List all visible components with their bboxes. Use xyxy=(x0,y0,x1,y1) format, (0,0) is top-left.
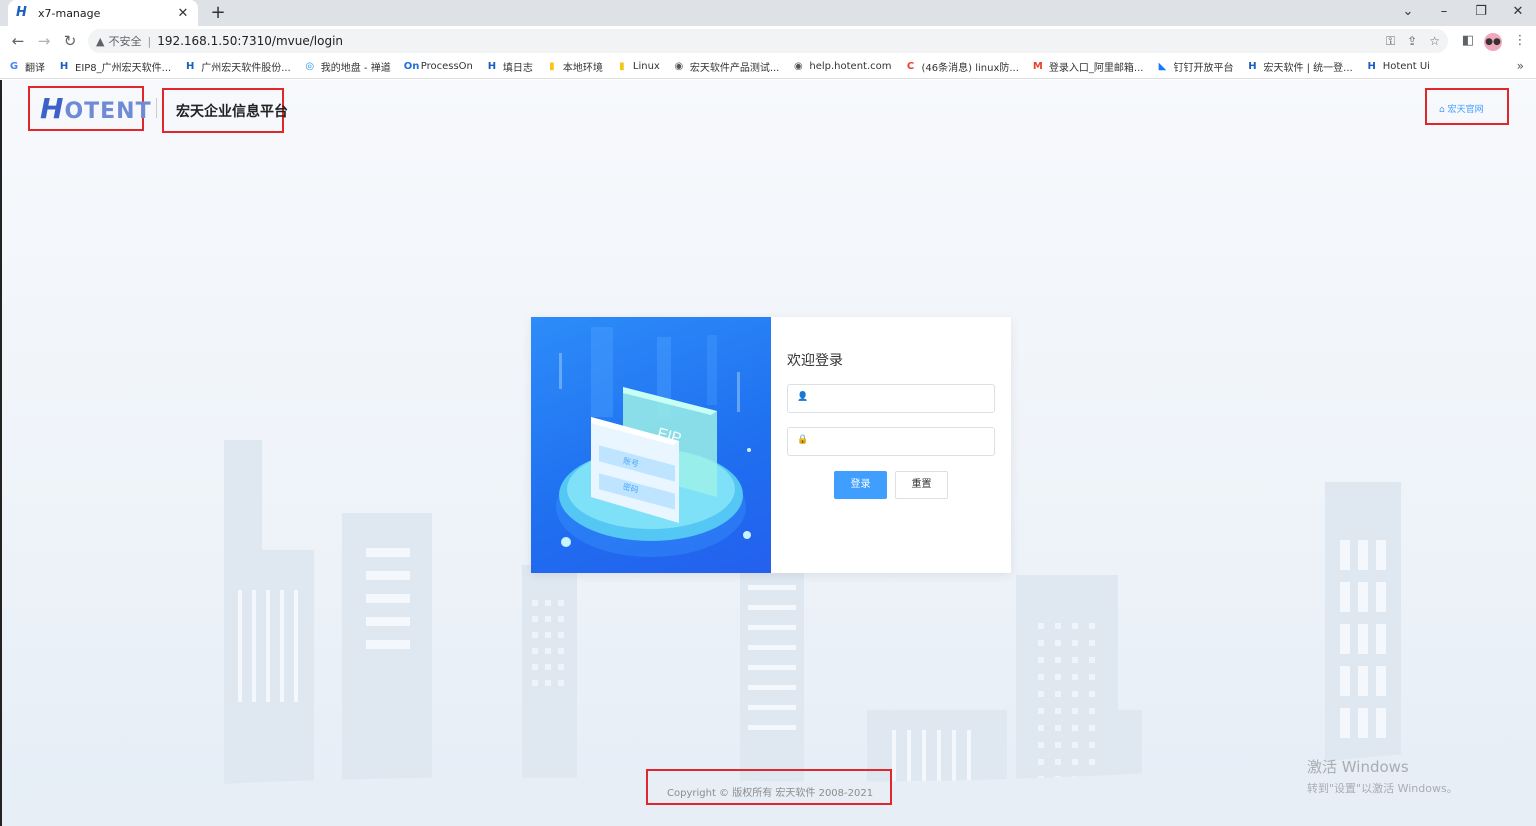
header-divider xyxy=(156,98,157,118)
logo-initial: H xyxy=(40,92,65,125)
profile-avatar[interactable]: ●● xyxy=(1484,33,1502,51)
restore-icon[interactable]: ❐ xyxy=(1463,0,1499,26)
bookmark-item[interactable]: H 广州宏天软件股份... xyxy=(184,59,291,75)
translate-icon: G xyxy=(9,60,19,72)
bookmarks-overflow-icon[interactable]: » xyxy=(1517,59,1524,73)
csdn-icon: C xyxy=(906,60,915,72)
username-input[interactable] xyxy=(812,387,988,410)
login-form: 欢迎登录 👤 🔒 登录 重置 xyxy=(787,317,995,573)
bookmark-label: 广州宏天软件股份... xyxy=(201,63,291,74)
mail-icon: M xyxy=(1032,60,1043,72)
globe-icon: ◉ xyxy=(674,60,684,72)
username-field[interactable]: 👤 xyxy=(787,384,995,413)
watermark-line2: 转到"设置"以激活 Windows。 xyxy=(1307,782,1458,795)
login-button[interactable]: 登录 xyxy=(834,471,887,499)
url-text[interactable]: 192.168.1.50:7310/mvue/login xyxy=(157,34,1374,48)
forward-icon[interactable]: → xyxy=(33,30,55,52)
bookmark-label: ProcessOn xyxy=(420,61,473,72)
side-panel-icon[interactable]: ◧ xyxy=(1458,31,1478,51)
bookmark-label: 宏天软件产品测试... xyxy=(689,63,780,74)
dingtalk-icon: ◣ xyxy=(1158,60,1167,72)
password-input[interactable] xyxy=(812,430,988,453)
hotent-icon: H xyxy=(487,60,497,72)
password-field[interactable]: 🔒 xyxy=(787,427,995,456)
minimize-icon[interactable]: – xyxy=(1426,0,1462,26)
bookmark-label: 登录入口_阿里邮箱... xyxy=(1048,63,1144,74)
bookmark-label: 我的地盘 - 禅道 xyxy=(320,63,391,74)
hotent-icon: H xyxy=(59,60,69,72)
login-illustration: EIP 账号 密码 xyxy=(531,317,771,573)
new-tab-icon[interactable]: + xyxy=(208,3,228,23)
address-bar[interactable]: ▲ 不安全 | 192.168.1.50:7310/mvue/login ⚿ ⇪… xyxy=(88,29,1448,53)
bookmark-item[interactable]: H 填日志 xyxy=(486,59,533,75)
login-page: HOTENT 宏天企业信息平台 ⌂ 宏天官网 EIP 账号 密码 欢迎登录 👤 … xyxy=(0,80,1536,826)
bookmark-label: help.hotent.com xyxy=(809,61,892,72)
security-label[interactable]: 不安全 xyxy=(108,33,141,49)
close-window-icon[interactable]: ✕ xyxy=(1500,0,1536,26)
bookmark-label: 填日志 xyxy=(502,63,533,74)
bookmark-item[interactable]: ▮ 本地环境 xyxy=(546,59,603,75)
lock-icon: 🔒 xyxy=(797,435,809,445)
hotent-icon: H xyxy=(186,60,195,72)
watermark-line1: 激活 Windows xyxy=(1307,758,1409,776)
home-icon: ⌂ xyxy=(1439,105,1448,115)
menu-icon[interactable]: ⋮ xyxy=(1510,31,1530,51)
bookmark-item[interactable]: ◣ 钉钉开放平台 xyxy=(1156,59,1234,75)
bookmark-item[interactable]: M 登录入口_阿里邮箱... xyxy=(1032,59,1144,75)
tab-title: x7-manage xyxy=(38,6,101,20)
back-icon[interactable]: ← xyxy=(7,30,29,52)
bookmark-item[interactable]: On ProcessOn xyxy=(404,61,473,73)
user-icon: 👤 xyxy=(797,392,809,402)
share-icon[interactable]: ⇪ xyxy=(1407,34,1417,48)
hotent-icon: H xyxy=(1367,60,1376,72)
omnibox-separator: | xyxy=(147,34,152,48)
processon-icon: On xyxy=(403,60,420,72)
home-link[interactable]: ⌂ 宏天官网 xyxy=(1439,102,1484,115)
login-card: EIP 账号 密码 欢迎登录 👤 🔒 登录 重置 xyxy=(531,317,1011,573)
bookmark-label: 本地环境 xyxy=(562,63,603,74)
bookmark-label: 翻译 xyxy=(25,63,45,74)
browser-tab[interactable]: H x7-manage ✕ xyxy=(8,0,198,26)
folder-icon: ▮ xyxy=(619,60,625,72)
bookmark-item[interactable]: ◉ help.hotent.com xyxy=(792,60,892,73)
browser-toolbar: ← → ↻ ▲ 不安全 | 192.168.1.50:7310/mvue/log… xyxy=(0,26,1536,55)
warning-icon[interactable]: ▲ xyxy=(96,35,104,48)
bookmark-label: 钉钉开放平台 xyxy=(1173,63,1234,74)
home-link-label: 宏天官网 xyxy=(1447,105,1484,115)
windows-activation-watermark: 激活 Windows 转到"设置"以激活 Windows。 xyxy=(1307,756,1458,796)
zentao-icon: ◎ xyxy=(305,60,315,72)
logo-text: OTENT xyxy=(64,99,152,124)
bookmark-item[interactable]: C (46条消息) linux防... xyxy=(905,59,1019,75)
bookmark-label: 宏天软件 | 统一登... xyxy=(1263,63,1353,74)
bookmarks-bar: G 翻译 H EIP8_广州宏天软件... H 广州宏天软件股份... ◎ 我的地盘 - 禅道… xyxy=(0,55,1536,79)
bookmark-label: EIP8_广州宏天软件... xyxy=(75,63,172,74)
hotent-icon: H xyxy=(1248,60,1257,72)
copyright-text: Copyright © 版权所有 宏天软件 2008-2021 xyxy=(667,788,874,799)
reload-icon[interactable]: ↻ xyxy=(59,30,81,52)
tab-search-icon[interactable]: ⌄ xyxy=(1390,0,1426,26)
bookmark-label: Hotent Ui xyxy=(1382,61,1430,72)
bookmark-item[interactable]: H EIP8_广州宏天软件... xyxy=(58,59,172,75)
bookmark-item[interactable]: ▮ Linux xyxy=(616,61,660,73)
bookmark-item[interactable]: ◎ 我的地盘 - 禅道 xyxy=(304,59,391,75)
key-icon[interactable]: ⚿ xyxy=(1386,34,1395,49)
reset-button[interactable]: 重置 xyxy=(895,471,948,499)
hotent-favicon-icon: H xyxy=(16,5,27,20)
bookmark-item[interactable]: G 翻译 xyxy=(8,59,45,75)
close-tab-icon[interactable]: ✕ xyxy=(176,6,190,21)
hotent-logo: HOTENT xyxy=(40,92,152,125)
bookmark-star-icon[interactable]: ☆ xyxy=(1429,34,1440,48)
globe-icon: ◉ xyxy=(794,60,803,72)
login-illustration-graphic: EIP 账号 密码 xyxy=(556,327,751,557)
platform-title: 宏天企业信息平台 xyxy=(176,104,288,120)
bookmark-item[interactable]: H Hotent Ui xyxy=(1366,61,1430,73)
bookmark-item[interactable]: H 宏天软件 | 统一登... xyxy=(1246,59,1353,75)
bookmark-item[interactable]: ◉ 宏天软件产品测试... xyxy=(673,59,780,75)
bookmark-label: Linux xyxy=(632,61,660,72)
welcome-heading: 欢迎登录 xyxy=(787,353,843,369)
folder-icon: ▮ xyxy=(549,60,555,72)
browser-tab-bar: H x7-manage ✕ + ⌄ – ❐ ✕ xyxy=(0,0,1536,26)
bookmark-label: (46条消息) linux防... xyxy=(921,63,1019,74)
